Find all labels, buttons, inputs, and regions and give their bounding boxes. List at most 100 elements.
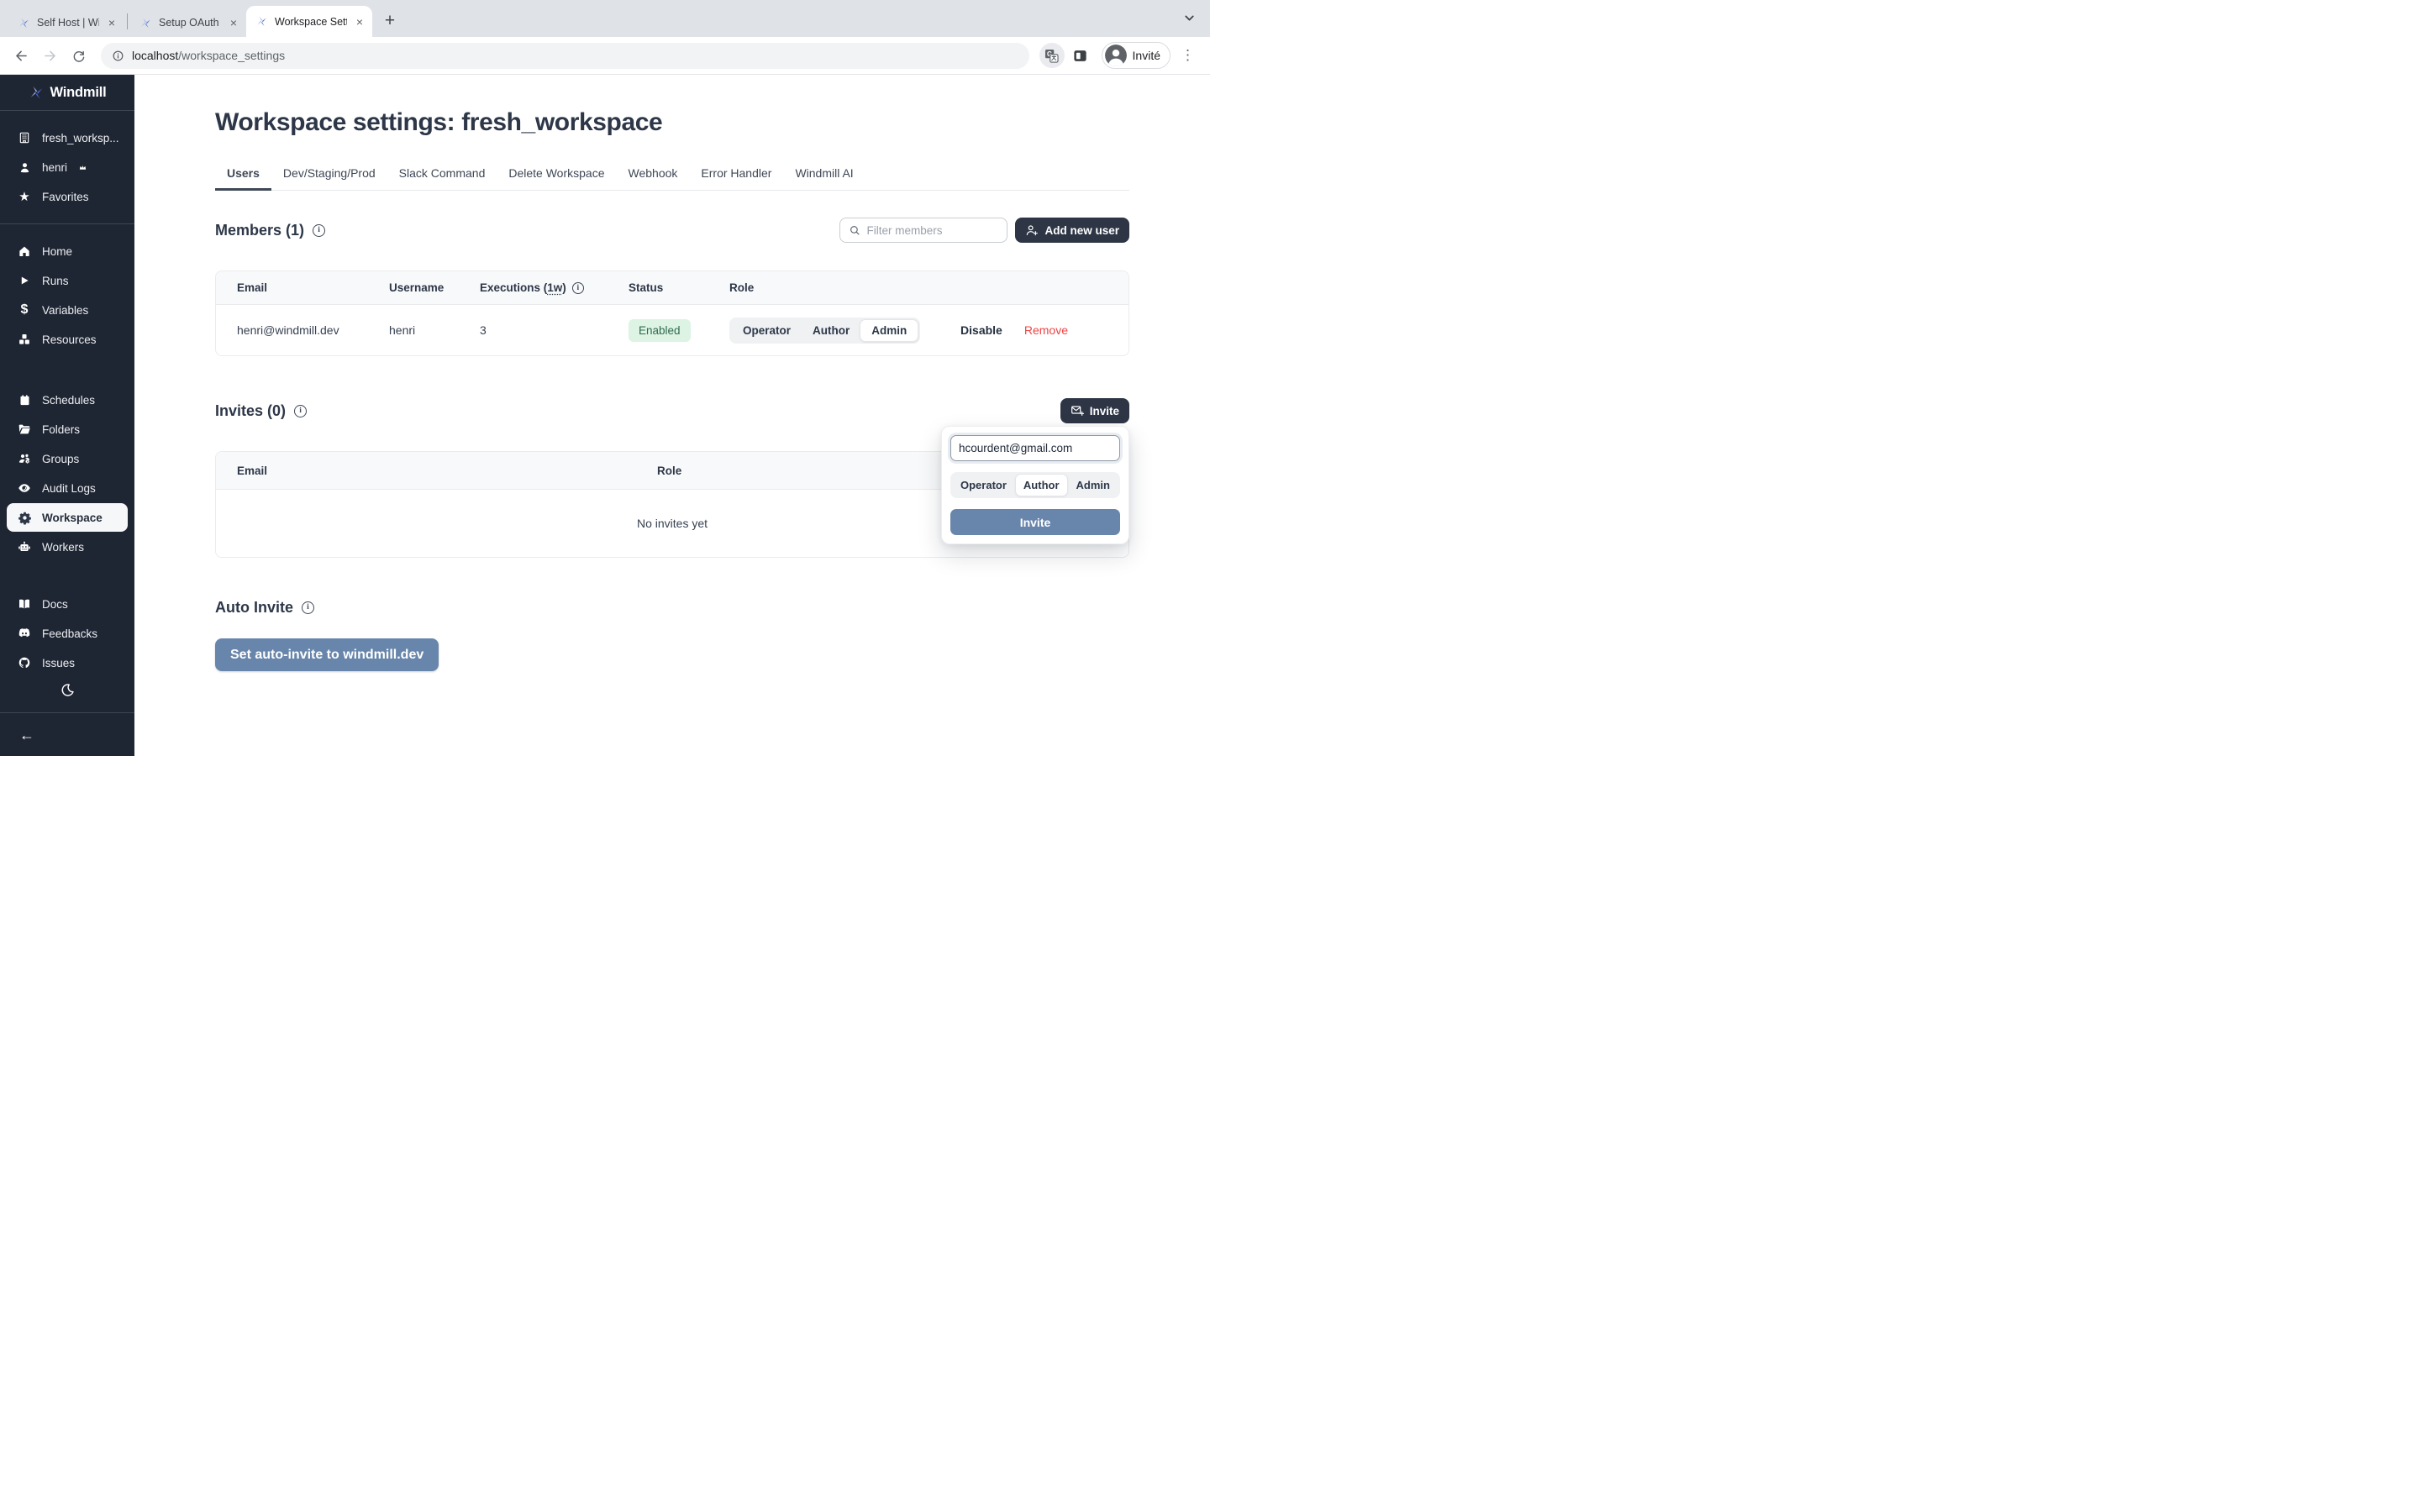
sidebar-item-runs[interactable]: Runs — [7, 266, 128, 295]
search-icon — [849, 224, 860, 236]
role-option-admin[interactable]: Admin — [1069, 475, 1118, 496]
building-icon — [18, 131, 31, 144]
member-executions: 3 — [480, 323, 629, 337]
sidebar-item-label: henri — [42, 161, 67, 174]
invite-button-label: Invite — [1090, 405, 1119, 417]
sidebar-item-label: Workers — [42, 541, 84, 554]
windmill-favicon — [139, 17, 152, 29]
tab-webhook[interactable]: Webhook — [617, 159, 690, 190]
tab-error-handler[interactable]: Error Handler — [689, 159, 783, 190]
invites-section: Invites (0) i Invite Operator Author — [215, 398, 1129, 558]
forward-icon[interactable] — [37, 43, 62, 68]
members-table: Email Username Executions (1w) i Status … — [215, 270, 1129, 356]
sidebar-item-label: Workspace — [42, 512, 103, 524]
info-icon[interactable]: i — [313, 224, 325, 237]
tab-users[interactable]: Users — [215, 159, 271, 190]
tab-close-icon[interactable]: × — [228, 16, 239, 29]
auto-invite-section: Auto Invite i Set auto-invite to windmil… — [215, 595, 1129, 671]
sidebar-item-folders[interactable]: Folders — [7, 415, 128, 444]
invite-role-toggle: Operator Author Admin — [950, 472, 1120, 498]
auto-invite-heading: Auto Invite — [215, 599, 293, 617]
sidebar-item-workers[interactable]: Workers — [7, 533, 128, 561]
folder-open-icon — [18, 423, 31, 436]
sidebar-item-home[interactable]: Home — [7, 237, 128, 265]
browser-profile-button[interactable]: Invité — [1102, 42, 1171, 69]
windmill-logo-text: Windmill — [50, 85, 107, 101]
role-option-author[interactable]: Author — [802, 320, 860, 341]
tab-windmill-ai[interactable]: Windmill AI — [783, 159, 865, 190]
tab-dev-staging-prod[interactable]: Dev/Staging/Prod — [271, 159, 387, 190]
role-option-author-selected[interactable]: Author — [1016, 475, 1067, 496]
windmill-logo[interactable]: Windmill — [0, 75, 134, 110]
back-icon[interactable] — [8, 43, 34, 68]
invite-submit-button[interactable]: Invite — [950, 509, 1120, 535]
tab-close-icon[interactable]: × — [106, 16, 118, 29]
user-group-icon — [18, 452, 31, 465]
member-username: henri — [389, 323, 480, 337]
browser-tab[interactable]: Self Host | Windmill × — [8, 8, 124, 37]
site-info-icon[interactable] — [112, 50, 124, 62]
invite-button[interactable]: Invite — [1060, 398, 1129, 423]
sidebar-item-label: Groups — [42, 453, 79, 465]
remove-member-button[interactable]: Remove — [1024, 323, 1068, 337]
new-tab-button[interactable]: + — [378, 9, 402, 33]
collapse-sidebar-button[interactable]: ← — [0, 713, 134, 756]
url-text: localhost/workspace_settings — [132, 49, 285, 62]
sidebar-item-groups[interactable]: Groups — [7, 444, 128, 473]
sidebar-item-label: fresh_worksp... — [42, 132, 119, 144]
tab-search-chevron-icon[interactable] — [1182, 11, 1197, 25]
windmill-favicon — [255, 15, 268, 28]
crown-icon — [78, 163, 87, 172]
member-email: henri@windmill.dev — [237, 323, 389, 337]
sidebar-item-feedbacks[interactable]: Feedbacks — [7, 619, 128, 648]
info-icon[interactable]: i — [294, 405, 307, 417]
sidebar-item-workspace[interactable]: Workspace — [7, 503, 128, 532]
sidebar-item-resources[interactable]: Resources — [7, 325, 128, 354]
sidebar-item-variables[interactable]: $ Variables — [7, 296, 128, 324]
info-icon[interactable]: i — [572, 282, 584, 294]
filter-members-field[interactable] — [866, 224, 998, 237]
windmill-favicon — [18, 17, 30, 29]
settings-tabs: Users Dev/Staging/Prod Slack Command Del… — [215, 159, 1129, 191]
info-icon[interactable]: i — [302, 601, 314, 614]
sidebar-item-workspace-switcher[interactable]: fresh_worksp... — [7, 123, 128, 152]
tab-slack-command[interactable]: Slack Command — [387, 159, 497, 190]
browser-tab[interactable]: Setup OAuth and SSO | Windm × — [130, 8, 246, 37]
invite-email-input[interactable] — [950, 435, 1120, 461]
sidebar-item-label: Variables — [42, 304, 88, 317]
filter-members-input[interactable] — [839, 218, 1007, 243]
sidebar-item-schedules[interactable]: Schedules — [7, 386, 128, 414]
tab-delete-workspace[interactable]: Delete Workspace — [497, 159, 616, 190]
set-auto-invite-button[interactable]: Set auto-invite to windmill.dev — [215, 638, 439, 671]
member-role-toggle: Operator Author Admin — [729, 318, 920, 344]
github-icon — [18, 656, 31, 669]
sidebar-item-favorites[interactable]: ★ Favorites — [7, 182, 128, 211]
main-area: Workspace settings: fresh_workspace User… — [134, 75, 1210, 756]
tab-divider — [127, 13, 128, 29]
add-new-user-button[interactable]: Add new user — [1015, 218, 1129, 243]
side-panel-icon[interactable] — [1068, 43, 1093, 68]
address-bar[interactable]: localhost/workspace_settings — [101, 43, 1029, 69]
role-option-operator[interactable]: Operator — [732, 320, 802, 341]
tab-close-icon[interactable]: × — [354, 15, 366, 29]
sidebar-item-user[interactable]: henri — [7, 153, 128, 181]
sidebar-item-label: Issues — [42, 657, 75, 669]
role-option-admin-selected[interactable]: Admin — [860, 320, 918, 341]
cubes-icon — [18, 333, 31, 346]
arrow-left-icon: ← — [19, 727, 34, 743]
role-option-operator[interactable]: Operator — [953, 475, 1014, 496]
profile-label: Invité — [1133, 49, 1160, 62]
url-path: /workspace_settings — [178, 49, 285, 62]
dark-mode-toggle[interactable] — [7, 679, 128, 701]
disable-member-button[interactable]: Disable — [960, 323, 1002, 337]
gear-icon — [18, 511, 31, 525]
translate-icon[interactable]: G — [1039, 43, 1065, 68]
eye-icon — [18, 481, 31, 495]
reload-icon[interactable] — [66, 43, 91, 68]
sidebar-item-audit-logs[interactable]: Audit Logs — [7, 474, 128, 502]
browser-menu-icon[interactable]: ⋮ — [1174, 47, 1202, 64]
sidebar-item-docs[interactable]: Docs — [7, 590, 128, 618]
column-executions: Executions (1w) i — [480, 281, 629, 294]
sidebar-item-issues[interactable]: Issues — [7, 648, 128, 677]
browser-tab-active[interactable]: Workspace Settings | Windmill × — [246, 6, 372, 37]
